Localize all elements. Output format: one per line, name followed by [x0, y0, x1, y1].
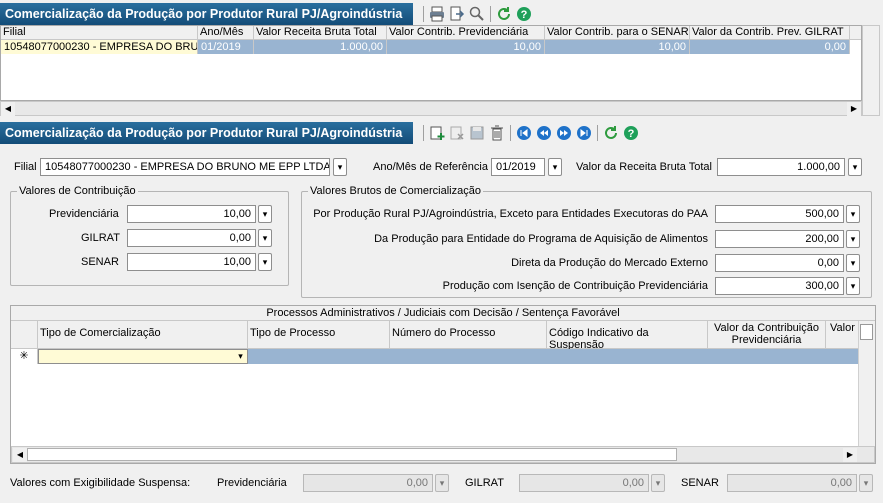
brutos-dropdown-icon[interactable]: ▾	[846, 254, 860, 272]
print-icon[interactable]	[427, 4, 447, 24]
brutos-item-input[interactable]: 300,00	[715, 277, 844, 295]
new-row-cells[interactable]	[248, 349, 858, 364]
new-row-marker-icon: ✳	[11, 349, 38, 364]
footer-prev-dropdown-icon: ▾	[435, 474, 449, 492]
col-header-tipo-processo[interactable]: Tipo de Processo	[248, 321, 390, 349]
footer-senar-dropdown-icon: ▾	[859, 474, 873, 492]
col-header-valor[interactable]: Valor	[826, 321, 858, 349]
scroll-left-icon[interactable]: ◀	[13, 448, 27, 462]
receita-input[interactable]: 1.000,00	[717, 158, 845, 176]
next-icon[interactable]	[554, 123, 574, 143]
col-header-senar[interactable]: Valor Contrib. para o SENAR	[545, 26, 690, 40]
footer-gilrat-label: GILRAT	[465, 477, 504, 489]
refresh-icon[interactable]	[494, 4, 514, 24]
cell-gilrat[interactable]: 0,00	[690, 40, 850, 54]
cell-receita[interactable]: 1.000,00	[254, 40, 387, 54]
cell-filial[interactable]: 10548077000230 - EMPRESA DO BRUNO	[1, 40, 198, 54]
add-icon[interactable]	[427, 123, 447, 143]
cell-senar[interactable]: 10,00	[545, 40, 690, 54]
col-header-tipo-comercializacao[interactable]: Tipo de Comercialização	[38, 321, 248, 349]
scroll-left-icon[interactable]: ◀	[1, 102, 15, 116]
contrib-prev-label: Previdenciária	[49, 208, 119, 220]
panel2-toolbar: ?	[420, 122, 641, 144]
brutos-item-label: Da Produção para Entidade do Programa de…	[374, 233, 708, 245]
contrib-prev-input[interactable]: 10,00	[127, 205, 256, 223]
footer-gilrat-input[interactable]: 0,00	[519, 474, 649, 492]
delete-icon[interactable]	[487, 123, 507, 143]
chevron-down-icon[interactable]: ▾	[234, 350, 247, 363]
panel1-hscroll[interactable]: ◀ ▶	[0, 101, 862, 116]
brutos-dropdown-icon[interactable]: ▾	[846, 277, 860, 295]
processos-title: Processos Administrativos / Judiciais co…	[11, 306, 875, 321]
processos-vscroll[interactable]	[858, 321, 875, 446]
brutos-item-input[interactable]: 200,00	[715, 230, 844, 248]
col-header-numero-processo[interactable]: Número do Processo	[390, 321, 547, 349]
svg-text:?: ?	[628, 128, 635, 140]
col-header-prev[interactable]: Valor Contrib. Previdenciária	[387, 26, 545, 40]
col-header-anomes[interactable]: Ano/Mês	[198, 26, 254, 40]
contrib-senar-input[interactable]: 10,00	[127, 253, 256, 271]
save-icon[interactable]	[467, 123, 487, 143]
cell-anomes[interactable]: 01/2019	[198, 40, 254, 54]
col-header-filial[interactable]: Filial	[1, 26, 198, 40]
svg-text:?: ?	[521, 9, 528, 21]
footer-label: Valores com Exigibilidade Suspensa:	[10, 477, 191, 489]
brutos-dropdown-icon[interactable]: ▾	[846, 230, 860, 248]
footer-senar-label: SENAR	[681, 477, 719, 489]
processos-hscroll[interactable]: ◀ ▶	[11, 446, 875, 463]
brutos-item-input[interactable]: 500,00	[715, 205, 844, 223]
processos-grid: Processos Administrativos / Judiciais co…	[10, 305, 876, 464]
help-icon[interactable]: ?	[514, 4, 534, 24]
help-icon[interactable]: ?	[621, 123, 641, 143]
filial-dropdown-icon[interactable]: ▾	[333, 158, 347, 176]
footer-senar-input[interactable]: 0,00	[727, 474, 857, 492]
scroll-right-icon[interactable]: ▶	[843, 448, 857, 462]
contrib-gilrat-dropdown-icon[interactable]: ▾	[258, 229, 272, 247]
brutos-item-label: Produção com Isenção de Contribuição Pre…	[442, 280, 708, 292]
panel1-vscroll[interactable]	[862, 25, 880, 116]
anomes-select[interactable]: 01/2019	[491, 158, 545, 176]
contrib-prev-dropdown-icon[interactable]: ▾	[258, 205, 272, 223]
scroll-right-icon[interactable]: ▶	[847, 102, 861, 116]
prev-icon[interactable]	[534, 123, 554, 143]
contrib-gilrat-label: GILRAT	[81, 232, 120, 244]
footer-gilrat-dropdown-icon: ▾	[651, 474, 665, 492]
tipo-comercializacao-select[interactable]: ▾	[38, 349, 248, 364]
receita-dropdown-icon[interactable]: ▾	[848, 158, 862, 176]
panel1-grid: Filial Ano/Mês Valor Receita Bruta Total…	[0, 25, 862, 101]
brutos-group-title: Valores Brutos de Comercialização	[308, 184, 483, 198]
brutos-item-label: Por Produção Rural PJ/Agroindústria, Exc…	[313, 208, 708, 220]
footer-prev-input[interactable]: 0,00	[303, 474, 433, 492]
brutos-dropdown-icon[interactable]: ▾	[846, 205, 860, 223]
panel1-title: Comercialização da Produção por Produtor…	[0, 3, 413, 25]
filial-select[interactable]: 10548077000230 - EMPRESA DO BRUNO ME EPP…	[40, 158, 330, 176]
export-icon[interactable]	[447, 4, 467, 24]
brutos-item-input[interactable]: 0,00	[715, 254, 844, 272]
col-header-receita[interactable]: Valor Receita Bruta Total	[254, 26, 387, 40]
filial-label: Filial	[14, 161, 37, 173]
panel2-title: Comercialização da Produção por Produtor…	[0, 122, 413, 144]
last-icon[interactable]	[574, 123, 594, 143]
col-header-gilrat[interactable]: Valor da Contrib. Prev. GILRAT	[690, 26, 850, 40]
anomes-dropdown-icon[interactable]: ▾	[548, 158, 562, 176]
contrib-senar-label: SENAR	[81, 256, 119, 268]
search-icon[interactable]	[467, 4, 487, 24]
receita-label: Valor da Receita Bruta Total	[576, 161, 712, 173]
contrib-senar-dropdown-icon[interactable]: ▾	[258, 253, 272, 271]
refresh-icon[interactable]	[601, 123, 621, 143]
panel1-toolbar: ?	[420, 3, 534, 25]
scroll-thumb[interactable]	[27, 448, 677, 461]
cell-prev[interactable]: 10,00	[387, 40, 545, 54]
brutos-item-label: Direta da Produção do Mercado Externo	[511, 257, 708, 269]
col-header-valor-contrib[interactable]: Valor da Contribuição Previdenciária	[708, 321, 826, 349]
first-icon[interactable]	[514, 123, 534, 143]
footer-prev-label: Previdenciária	[217, 477, 287, 489]
anomes-label: Ano/Mês de Referência	[373, 161, 488, 173]
contrib-gilrat-input[interactable]: 0,00	[127, 229, 256, 247]
contrib-group-title: Valores de Contribuição	[17, 184, 138, 198]
col-header-codigo-suspensao[interactable]: Código Indicativo da Suspensão	[547, 321, 708, 351]
cancel-icon[interactable]	[447, 123, 467, 143]
scroll-thumb[interactable]	[860, 324, 873, 340]
